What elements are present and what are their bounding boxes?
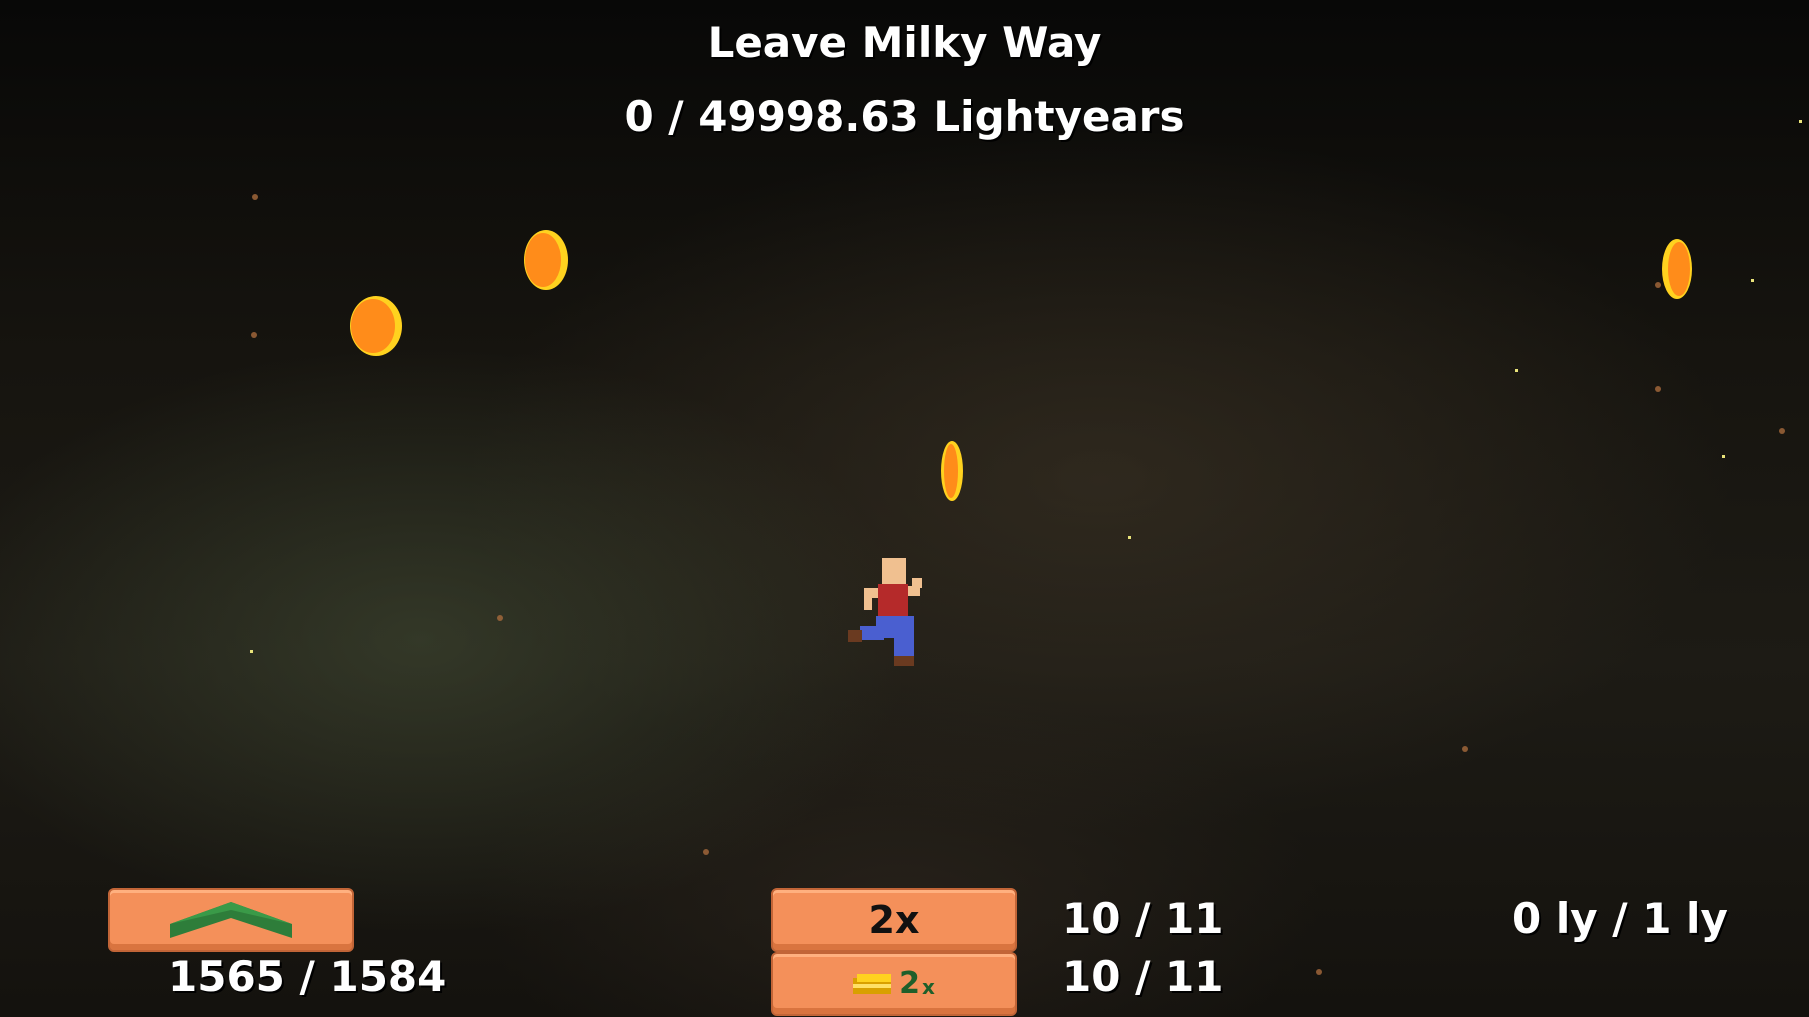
star [1128, 536, 1131, 539]
coin-multiplier-suffix: x [921, 975, 935, 999]
coin-icon[interactable] [348, 295, 404, 357]
space-dust [703, 849, 709, 855]
star [1799, 120, 1802, 123]
upgrade-button[interactable] [108, 888, 354, 952]
space-dust [1655, 386, 1661, 392]
speed-multiplier-button[interactable]: 2x [771, 888, 1017, 952]
space-dust [252, 194, 258, 200]
space-dust [1316, 969, 1322, 975]
space-dust [1779, 428, 1785, 434]
goal-progress: 0 / 49998.63 Lightyears [624, 92, 1185, 141]
coin-multiplier-label: 2 [899, 965, 920, 1001]
coin-multiplier-button[interactable]: 2 x [771, 952, 1017, 1016]
game-scene: Leave Milky Way 0 / 49998.63 Lightyears [0, 0, 1809, 1017]
fuel-value: 1565 / 1584 [168, 952, 447, 1001]
coin-icon[interactable] [940, 440, 964, 502]
speed-multiplier-count: 10 / 11 [1062, 894, 1224, 943]
coin-multiplier-content: 2 x [773, 965, 1015, 1001]
distance-value: 0 ly / 1 ly [1512, 894, 1728, 943]
coin-icon[interactable] [522, 229, 570, 291]
space-dust [497, 615, 503, 621]
coin-multiplier-count: 10 / 11 [1062, 952, 1224, 1001]
star [1751, 279, 1754, 282]
coin-icon[interactable] [1660, 238, 1694, 300]
space-dust [251, 332, 257, 338]
goal-title: Leave Milky Way [707, 18, 1102, 67]
star [250, 650, 253, 653]
chevron-up-icon [170, 902, 292, 938]
coin-stack-icon [853, 974, 892, 994]
speed-multiplier-label: 2x [868, 898, 920, 942]
star [1722, 455, 1725, 458]
star [1515, 369, 1518, 372]
space-dust [1462, 746, 1468, 752]
player-character [848, 558, 922, 666]
